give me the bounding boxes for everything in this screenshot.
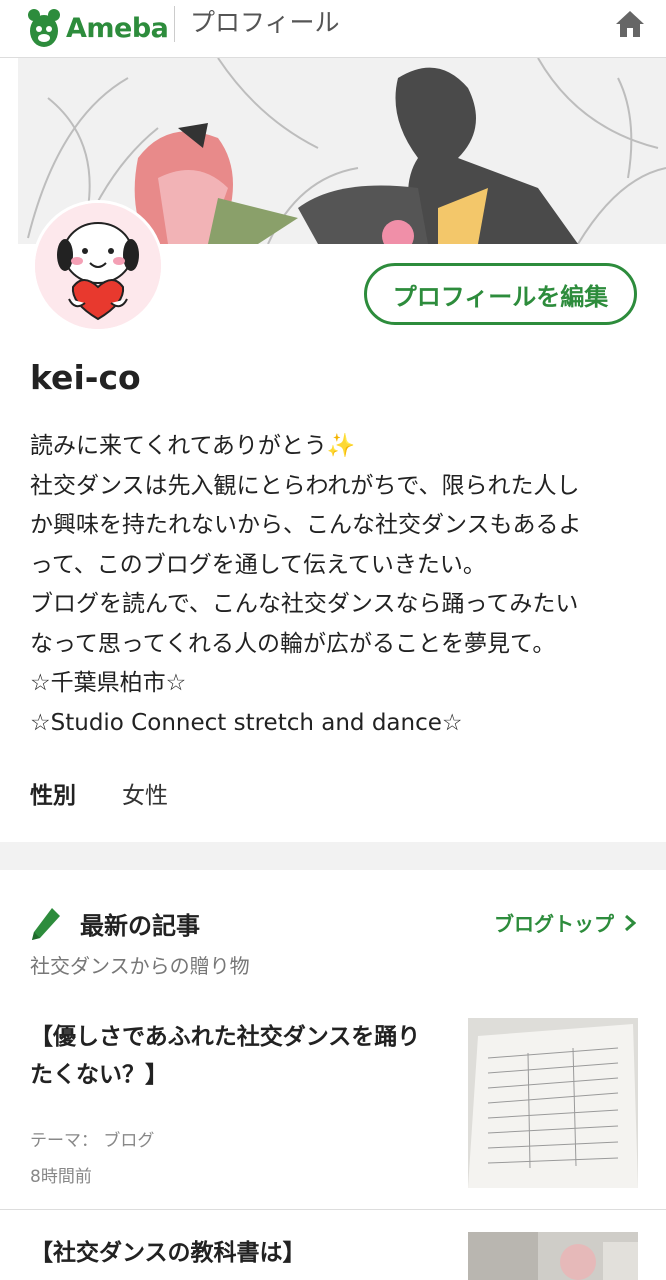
profile-bio: 読みに来てくれてありがとう✨ 社交ダンスは先入観にとらわれがちで、限られた人し …	[30, 427, 640, 743]
article-item[interactable]: 【社交ダンスの教科書は】	[0, 1212, 666, 1280]
avatar[interactable]	[32, 200, 164, 332]
bio-line: ブログを読んで、こんな社交ダンスなら踊ってみたい	[30, 591, 579, 617]
chevron-right-icon	[625, 914, 636, 931]
blog-name: 社交ダンスからの贈り物	[30, 954, 250, 978]
bio-line: って、このブログを通して伝えていきたい。	[30, 551, 486, 578]
bio-line: か興味を持たれないから、こんな社交ダンスもあるよ	[30, 512, 582, 538]
app-header: Ameba プロフィール	[0, 0, 666, 58]
ameba-mascot-icon	[28, 9, 60, 47]
bio-line: ☆Studio Connect stretch and dance☆	[30, 709, 463, 736]
bio-line: 社交ダンスは先入観にとらわれがちで、限られた人し	[30, 472, 580, 499]
blog-top-link[interactable]: ブログトップ	[494, 908, 636, 937]
home-icon[interactable]	[614, 8, 646, 40]
latest-posts-header: 最新の記事 ブログトップ	[30, 902, 640, 942]
bio-line: ☆千葉県柏市☆	[30, 670, 187, 696]
article-title[interactable]: 【優しさであふれた社交ダンスを踊りたくない？】	[30, 1018, 440, 1094]
article-time: 8時間前	[30, 1167, 92, 1187]
bio-line: なって思ってくれる人の輪が広がることを夢見て。	[30, 630, 556, 657]
article-item[interactable]: 【優しさであふれた社交ダンスを踊りたくない？】 テーマ： ブログ 8時間前	[0, 1010, 666, 1210]
header-divider	[174, 6, 175, 42]
gender-value: 女性	[122, 783, 168, 809]
latest-posts-title: 最新の記事	[80, 912, 200, 940]
page-title: プロフィール	[190, 8, 340, 37]
article-theme: テーマ： ブログ	[30, 1131, 155, 1151]
gender-label: 性別	[30, 783, 76, 809]
section-divider	[0, 842, 666, 870]
gender-row: 性別 女性	[30, 776, 168, 810]
edit-profile-button[interactable]: プロフィールを編集	[364, 263, 637, 325]
logo-text: Ameba	[66, 12, 169, 44]
article-thumbnail[interactable]	[468, 1232, 638, 1280]
blog-top-label: ブログトップ	[494, 912, 614, 936]
article-thumbnail[interactable]	[468, 1018, 638, 1188]
ameba-logo[interactable]: Ameba	[26, 6, 169, 50]
pencil-icon	[32, 908, 60, 940]
profile-username: kei-co	[30, 358, 141, 397]
bio-line: 読みに来てくれてありがとう✨	[30, 433, 356, 459]
article-title[interactable]: 【社交ダンスの教科書は】	[30, 1234, 440, 1272]
